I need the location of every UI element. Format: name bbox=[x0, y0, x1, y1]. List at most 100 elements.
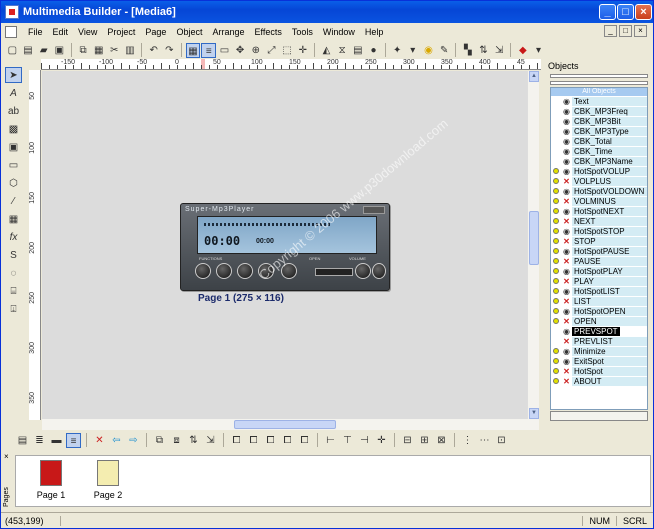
page-thumb-2[interactable]: Page 2 bbox=[78, 460, 138, 500]
select-arrow-icon[interactable]: ➤ bbox=[5, 67, 22, 83]
menu-effects[interactable]: Effects bbox=[249, 27, 286, 37]
bring-front-icon[interactable]: ⧠ bbox=[229, 433, 244, 448]
object-item[interactable]: ✕ VOLMINUS bbox=[551, 196, 647, 206]
object-item[interactable]: ◉ HotSpotNEXT bbox=[551, 206, 647, 216]
resize-icon[interactable]: ⤢ bbox=[264, 43, 279, 58]
hidden-x-icon[interactable]: ✕ bbox=[561, 257, 572, 266]
space-vertical-icon[interactable]: ⋯ bbox=[477, 433, 492, 448]
send-back-icon[interactable]: ⧠ bbox=[246, 433, 261, 448]
object-item[interactable]: ◉ HotSpotVOLDOWN bbox=[551, 186, 647, 196]
player-pause-button[interactable] bbox=[237, 263, 253, 279]
menu-page[interactable]: Page bbox=[140, 27, 171, 37]
visible-eye-icon[interactable]: ◉ bbox=[561, 107, 572, 116]
hidden-x-icon[interactable]: ✕ bbox=[561, 237, 572, 246]
layers-icon[interactable]: ≣ bbox=[32, 433, 47, 448]
object-item[interactable]: ✕ PLAY bbox=[551, 276, 647, 286]
list-icon[interactable]: ≡ bbox=[66, 432, 81, 448]
hidden-x-icon[interactable]: ✕ bbox=[561, 217, 572, 226]
undo-icon[interactable]: ↶ bbox=[146, 43, 161, 58]
object-item[interactable]: ◉ HotSpotPLAY bbox=[551, 266, 647, 276]
object-item[interactable]: ✕ HotSpot bbox=[551, 366, 647, 376]
object-item[interactable]: ✕ PAUSE bbox=[551, 256, 647, 266]
sound-tool-icon[interactable]: S bbox=[5, 247, 22, 263]
cut-icon[interactable]: ✂ bbox=[107, 43, 122, 58]
scroll-up-icon[interactable]: ▲ bbox=[529, 71, 539, 82]
visible-eye-icon[interactable]: ◉ bbox=[561, 137, 572, 146]
compile-cube-icon[interactable]: ◆ bbox=[515, 43, 530, 58]
document-icon[interactable] bbox=[5, 25, 17, 38]
close-button[interactable]: × bbox=[635, 4, 652, 20]
mdi-restore-button[interactable]: □ bbox=[619, 25, 632, 37]
object-item[interactable]: ✕ OPEN bbox=[551, 316, 647, 326]
player-play-button[interactable] bbox=[216, 263, 232, 279]
object-item[interactable]: ◉ PREVSPOT bbox=[551, 326, 647, 336]
distribute-icon[interactable]: ✛ bbox=[374, 433, 389, 448]
hidden-x-icon[interactable]: ✕ bbox=[561, 197, 572, 206]
fit-page-icon[interactable]: ⬚ bbox=[280, 43, 295, 58]
script-tool-icon[interactable]: fx bbox=[5, 229, 22, 245]
object-item[interactable]: ◉ HotSpotSTOP bbox=[551, 226, 647, 236]
player-close-button[interactable] bbox=[363, 206, 385, 214]
pages-tab[interactable]: Pages bbox=[3, 459, 13, 507]
ungroup-icon[interactable]: ⧈ bbox=[169, 433, 184, 448]
minimize-button[interactable]: _ bbox=[599, 4, 616, 20]
object-item[interactable]: ◉ CBK_MP3Name bbox=[551, 156, 647, 166]
mdi-close-button[interactable]: × bbox=[634, 25, 647, 37]
script-icon[interactable]: ✎ bbox=[437, 43, 452, 58]
object-item[interactable]: ✕ STOP bbox=[551, 236, 647, 246]
vertical-scroll-thumb[interactable] bbox=[529, 211, 539, 265]
redo-icon[interactable]: ↷ bbox=[162, 43, 177, 58]
object-item[interactable]: ◉ HotSpotPAUSE bbox=[551, 246, 647, 256]
visible-eye-icon[interactable]: ◉ bbox=[561, 147, 572, 156]
tooltip-bubble-icon[interactable]: ◉ bbox=[421, 43, 436, 58]
visible-eye-icon[interactable]: ◉ bbox=[561, 247, 572, 256]
same-size-icon[interactable]: ⊠ bbox=[434, 433, 449, 448]
all-objects-header[interactable]: All Objects bbox=[551, 88, 647, 96]
flip-horizontal-icon[interactable]: ◭ bbox=[319, 43, 334, 58]
mdi-minimize-button[interactable]: _ bbox=[604, 25, 617, 37]
rectangle-icon[interactable]: ▭ bbox=[217, 43, 232, 58]
menu-file[interactable]: File bbox=[23, 27, 48, 37]
hidden-x-icon[interactable]: ✕ bbox=[561, 317, 572, 326]
image-tool-icon[interactable]: ▣ bbox=[5, 139, 22, 155]
menu-object[interactable]: Object bbox=[171, 27, 207, 37]
visible-eye-icon[interactable]: ◉ bbox=[561, 307, 572, 316]
object-item[interactable]: ◉ HotSpotLIST bbox=[551, 286, 647, 296]
video-tool-icon[interactable]: ▦ bbox=[5, 211, 22, 227]
object-item[interactable]: ◉ CBK_MP3Freq bbox=[551, 106, 647, 116]
player-volume-down-button[interactable] bbox=[355, 263, 371, 279]
visible-eye-icon[interactable]: ◉ bbox=[561, 207, 572, 216]
object-item[interactable]: ◉ CBK_MP3Type bbox=[551, 126, 647, 136]
layout-icon[interactable]: ▤ bbox=[15, 433, 30, 448]
menu-view[interactable]: View bbox=[73, 27, 102, 37]
object-item[interactable]: ◉ CBK_MP3Bit bbox=[551, 116, 647, 126]
zoom-icon[interactable]: ⊕ bbox=[248, 43, 263, 58]
hidden-x-icon[interactable]: ✕ bbox=[561, 277, 572, 286]
object-item[interactable]: ✕ LIST bbox=[551, 296, 647, 306]
object-item[interactable]: ✕ NEXT bbox=[551, 216, 647, 226]
object-item[interactable]: ✕ PREVLIST bbox=[551, 336, 647, 346]
stack-icon[interactable]: ▬ bbox=[49, 433, 64, 448]
visible-eye-icon[interactable]: ◉ bbox=[561, 157, 572, 166]
save-icon[interactable]: ▣ bbox=[52, 43, 67, 58]
menu-tools[interactable]: Tools bbox=[287, 27, 318, 37]
menu-help[interactable]: Help bbox=[360, 27, 389, 37]
object-item[interactable]: ◉ Text bbox=[551, 96, 647, 106]
objects-list[interactable]: All Objects ◉ Text ◉ CBK_MP3Freq ◉ CBK_MP3Bit… bbox=[550, 87, 648, 410]
hidden-x-icon[interactable]: ✕ bbox=[561, 297, 572, 306]
delete-icon[interactable]: ✕ bbox=[92, 433, 107, 448]
group-icon[interactable]: ⧉ bbox=[152, 433, 167, 448]
hidden-x-icon[interactable]: ✕ bbox=[561, 377, 572, 386]
visible-eye-icon[interactable]: ◉ bbox=[561, 357, 572, 366]
bitmap-text-icon[interactable]: ▩ bbox=[5, 121, 22, 137]
new-icon[interactable]: ▢ bbox=[5, 43, 20, 58]
copy-icon[interactable]: ⧉ bbox=[76, 43, 91, 58]
chart-icon[interactable]: ▚ bbox=[460, 43, 475, 58]
object-item[interactable]: ◉ HotSpotOPEN bbox=[551, 306, 647, 316]
title-bar[interactable]: Multimedia Builder - [Media6] _ □ × bbox=[1, 1, 653, 23]
object-item[interactable]: ◉ CBK_Total bbox=[551, 136, 647, 146]
visible-eye-icon[interactable]: ◉ bbox=[561, 97, 572, 106]
paste-icon[interactable]: ▦ bbox=[91, 43, 106, 58]
page-thumb-1[interactable]: Page 1 bbox=[21, 460, 81, 500]
hidden-x-icon[interactable]: ✕ bbox=[561, 177, 572, 186]
